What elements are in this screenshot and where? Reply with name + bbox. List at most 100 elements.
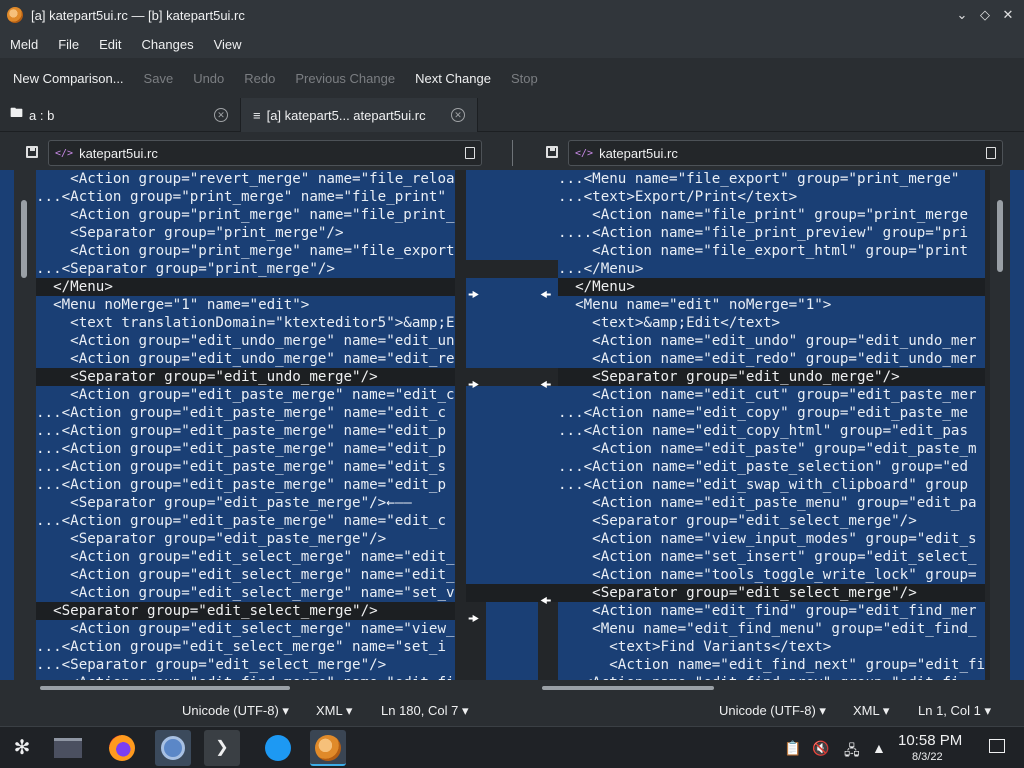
code-line[interactable]: <Action name="edit_paste" group="edit_pa…: [558, 440, 986, 458]
expand-tray-icon[interactable]: ▲: [872, 740, 886, 756]
code-line[interactable]: ...<Action name="edit_swap_with_clipboar…: [558, 476, 986, 494]
code-line[interactable]: ...<Action name="edit_find_prev" group="…: [558, 674, 986, 680]
code-line[interactable]: <Action name="edit_cut" group="edit_past…: [558, 386, 986, 404]
code-line[interactable]: ...<Action group="edit_paste_merge" name…: [36, 476, 455, 494]
code-line[interactable]: <Action name="edit_undo" group="edit_und…: [558, 332, 986, 350]
left-horizontal-scrollbar[interactable]: [40, 686, 290, 690]
network-icon[interactable]: 🖧: [844, 740, 860, 764]
right-overview-gutter[interactable]: [1010, 170, 1024, 680]
save-button[interactable]: Save: [134, 71, 184, 86]
left-file-field[interactable]: </> katepart5ui.rc: [48, 140, 482, 166]
clock-time[interactable]: 10:58 PM: [898, 732, 962, 749]
undo-button[interactable]: Undo: [183, 71, 234, 86]
push-right-icon[interactable]: 🠞: [468, 286, 479, 308]
code-line[interactable]: ...<Action group="edit_paste_merge" name…: [36, 404, 455, 422]
code-line[interactable]: <Separator group="edit_select_merge"/>: [558, 512, 986, 530]
code-line[interactable]: <Action group="print_merge" name="file_p…: [36, 206, 455, 224]
code-line[interactable]: ....<Action name="file_print_preview" gr…: [558, 224, 986, 242]
open-file-icon[interactable]: [465, 147, 475, 159]
code-line[interactable]: <Menu noMerge="1" name="edit">: [36, 296, 455, 314]
terminal-icon[interactable]: ❯: [204, 730, 240, 766]
code-line[interactable]: <Action name="file_export_html" group="p…: [558, 242, 986, 260]
push-left-icon[interactable]: 🠜: [540, 286, 551, 308]
code-line[interactable]: <Separator group="edit_paste_merge"/>←——: [36, 494, 455, 512]
clock-date[interactable]: 8/3/22: [912, 751, 943, 763]
code-line[interactable]: <Action group="edit_undo_merge" name="ed…: [36, 350, 455, 368]
tab-close-icon[interactable]: ✕: [214, 108, 228, 122]
code-line[interactable]: <Action group="revert_merge" name="file_…: [36, 170, 455, 188]
code-line[interactable]: ...<Action name="edit_paste_selection" g…: [558, 458, 986, 476]
code-line[interactable]: ...</Menu>: [558, 260, 986, 278]
tab-file-compare[interactable]: ≡ [a] katepart5... atepart5ui.rc ✕: [240, 98, 478, 132]
code-line[interactable]: <Separator group="edit_undo_merge"/>: [36, 368, 455, 386]
code-line[interactable]: <Action group="print_merge" name="file_e…: [36, 242, 455, 260]
push-left-icon[interactable]: 🠜: [540, 592, 551, 614]
code-line[interactable]: <text>Find Variants</text>: [558, 638, 986, 656]
menu-changes[interactable]: Changes: [132, 37, 204, 52]
code-line[interactable]: <Action group="edit_paste_merge" name="e…: [36, 386, 455, 404]
code-line[interactable]: <Action name="edit_paste_menu" group="ed…: [558, 494, 986, 512]
redo-button[interactable]: Redo: [234, 71, 285, 86]
push-right-icon[interactable]: 🠞: [468, 376, 479, 398]
open-file-icon[interactable]: [986, 147, 996, 159]
code-line[interactable]: <Action name="tools_toggle_write_lock" g…: [558, 566, 986, 584]
stop-button[interactable]: Stop: [501, 71, 548, 86]
code-line[interactable]: ...<Separator group="print_merge"/>: [36, 260, 455, 278]
file-manager-icon[interactable]: [50, 730, 86, 766]
code-line[interactable]: <text>&amp;Edit</text>: [558, 314, 986, 332]
chromium-icon[interactable]: [155, 730, 191, 766]
save-right-icon[interactable]: [546, 146, 558, 158]
code-line[interactable]: <Action group="edit_select_merge" name="…: [36, 548, 455, 566]
right-cursor-position[interactable]: Ln 1, Col 1 ▾: [918, 703, 991, 719]
show-desktop-icon[interactable]: [989, 739, 1005, 753]
discover-icon[interactable]: [260, 730, 296, 766]
code-line[interactable]: <Action name="edit_find" group="edit_fin…: [558, 602, 986, 620]
code-line[interactable]: ...<Action group="edit_paste_merge" name…: [36, 440, 455, 458]
code-line[interactable]: <text translationDomain="ktexteditor5">&…: [36, 314, 455, 332]
code-line[interactable]: <Action group="edit_find_merge" name="ed…: [36, 674, 455, 680]
code-line[interactable]: <Action name="file_print" group="print_m…: [558, 206, 986, 224]
code-line[interactable]: <Action group="edit_undo_merge" name="ed…: [36, 332, 455, 350]
code-line[interactable]: <Action group="edit_select_merge" name="…: [36, 620, 455, 638]
previous-change-button[interactable]: Previous Change: [285, 71, 405, 86]
menu-view[interactable]: View: [204, 37, 252, 52]
left-overview-gutter[interactable]: [0, 170, 14, 680]
menu-edit[interactable]: Edit: [89, 37, 131, 52]
code-line[interactable]: <Action group="edit_select_merge" name="…: [36, 584, 455, 602]
left-vertical-scrollbar[interactable]: [21, 200, 27, 278]
code-line[interactable]: <Action name="view_input_modes" group="e…: [558, 530, 986, 548]
next-change-button[interactable]: Next Change: [405, 71, 501, 86]
code-line[interactable]: ...<Action group="edit_paste_merge" name…: [36, 458, 455, 476]
code-line[interactable]: <Separator group="edit_select_merge"/>: [36, 602, 455, 620]
clipboard-icon[interactable]: 📋: [784, 740, 801, 757]
firefox-icon[interactable]: [104, 730, 140, 766]
code-line[interactable]: <Action name="edit_redo" group="edit_und…: [558, 350, 986, 368]
code-line[interactable]: </Menu>: [36, 278, 455, 296]
menu-file[interactable]: File: [48, 37, 89, 52]
right-file-field[interactable]: </> katepart5ui.rc: [568, 140, 1003, 166]
code-line[interactable]: ...<text>Export/Print</text>: [558, 188, 986, 206]
code-line[interactable]: <Separator group="edit_undo_merge"/>: [558, 368, 986, 386]
push-left-icon[interactable]: 🠜: [540, 376, 551, 398]
right-code-pane[interactable]: ...<Menu name="file_export" group="print…: [558, 170, 990, 680]
code-line[interactable]: <Separator group="print_merge"/>: [36, 224, 455, 242]
code-line[interactable]: <Action group="edit_select_merge" name="…: [36, 566, 455, 584]
code-line[interactable]: </Menu>: [558, 278, 986, 296]
code-line[interactable]: ...<Menu name="file_export" group="print…: [558, 170, 986, 188]
code-line[interactable]: ...<Separator group="edit_select_merge"/…: [36, 656, 455, 674]
left-syntax-select[interactable]: XML ▾: [316, 703, 352, 719]
code-line[interactable]: <Menu name="edit" noMerge="1">: [558, 296, 986, 314]
code-line[interactable]: <Action name="edit_find_next" group="edi…: [558, 656, 986, 674]
code-line[interactable]: ...<Action group="print_merge" name="fil…: [36, 188, 455, 206]
right-horizontal-scrollbar[interactable]: [542, 686, 714, 690]
close-icon[interactable]: ✕: [999, 6, 1017, 24]
maximize-icon[interactable]: ◇: [976, 6, 994, 24]
push-right-icon[interactable]: 🠞: [468, 610, 479, 632]
code-line[interactable]: <Menu name="edit_find_menu" group="edit_…: [558, 620, 986, 638]
tab-folder-compare[interactable]: 🖿 a : b ✕: [0, 98, 240, 132]
right-vertical-scrollbar[interactable]: [997, 200, 1003, 272]
menu-meld[interactable]: Meld: [0, 37, 48, 52]
minimize-icon[interactable]: ⌄: [953, 6, 971, 24]
save-left-icon[interactable]: [26, 146, 38, 158]
left-code-pane[interactable]: <Action group="revert_merge" name="file_…: [36, 170, 466, 680]
